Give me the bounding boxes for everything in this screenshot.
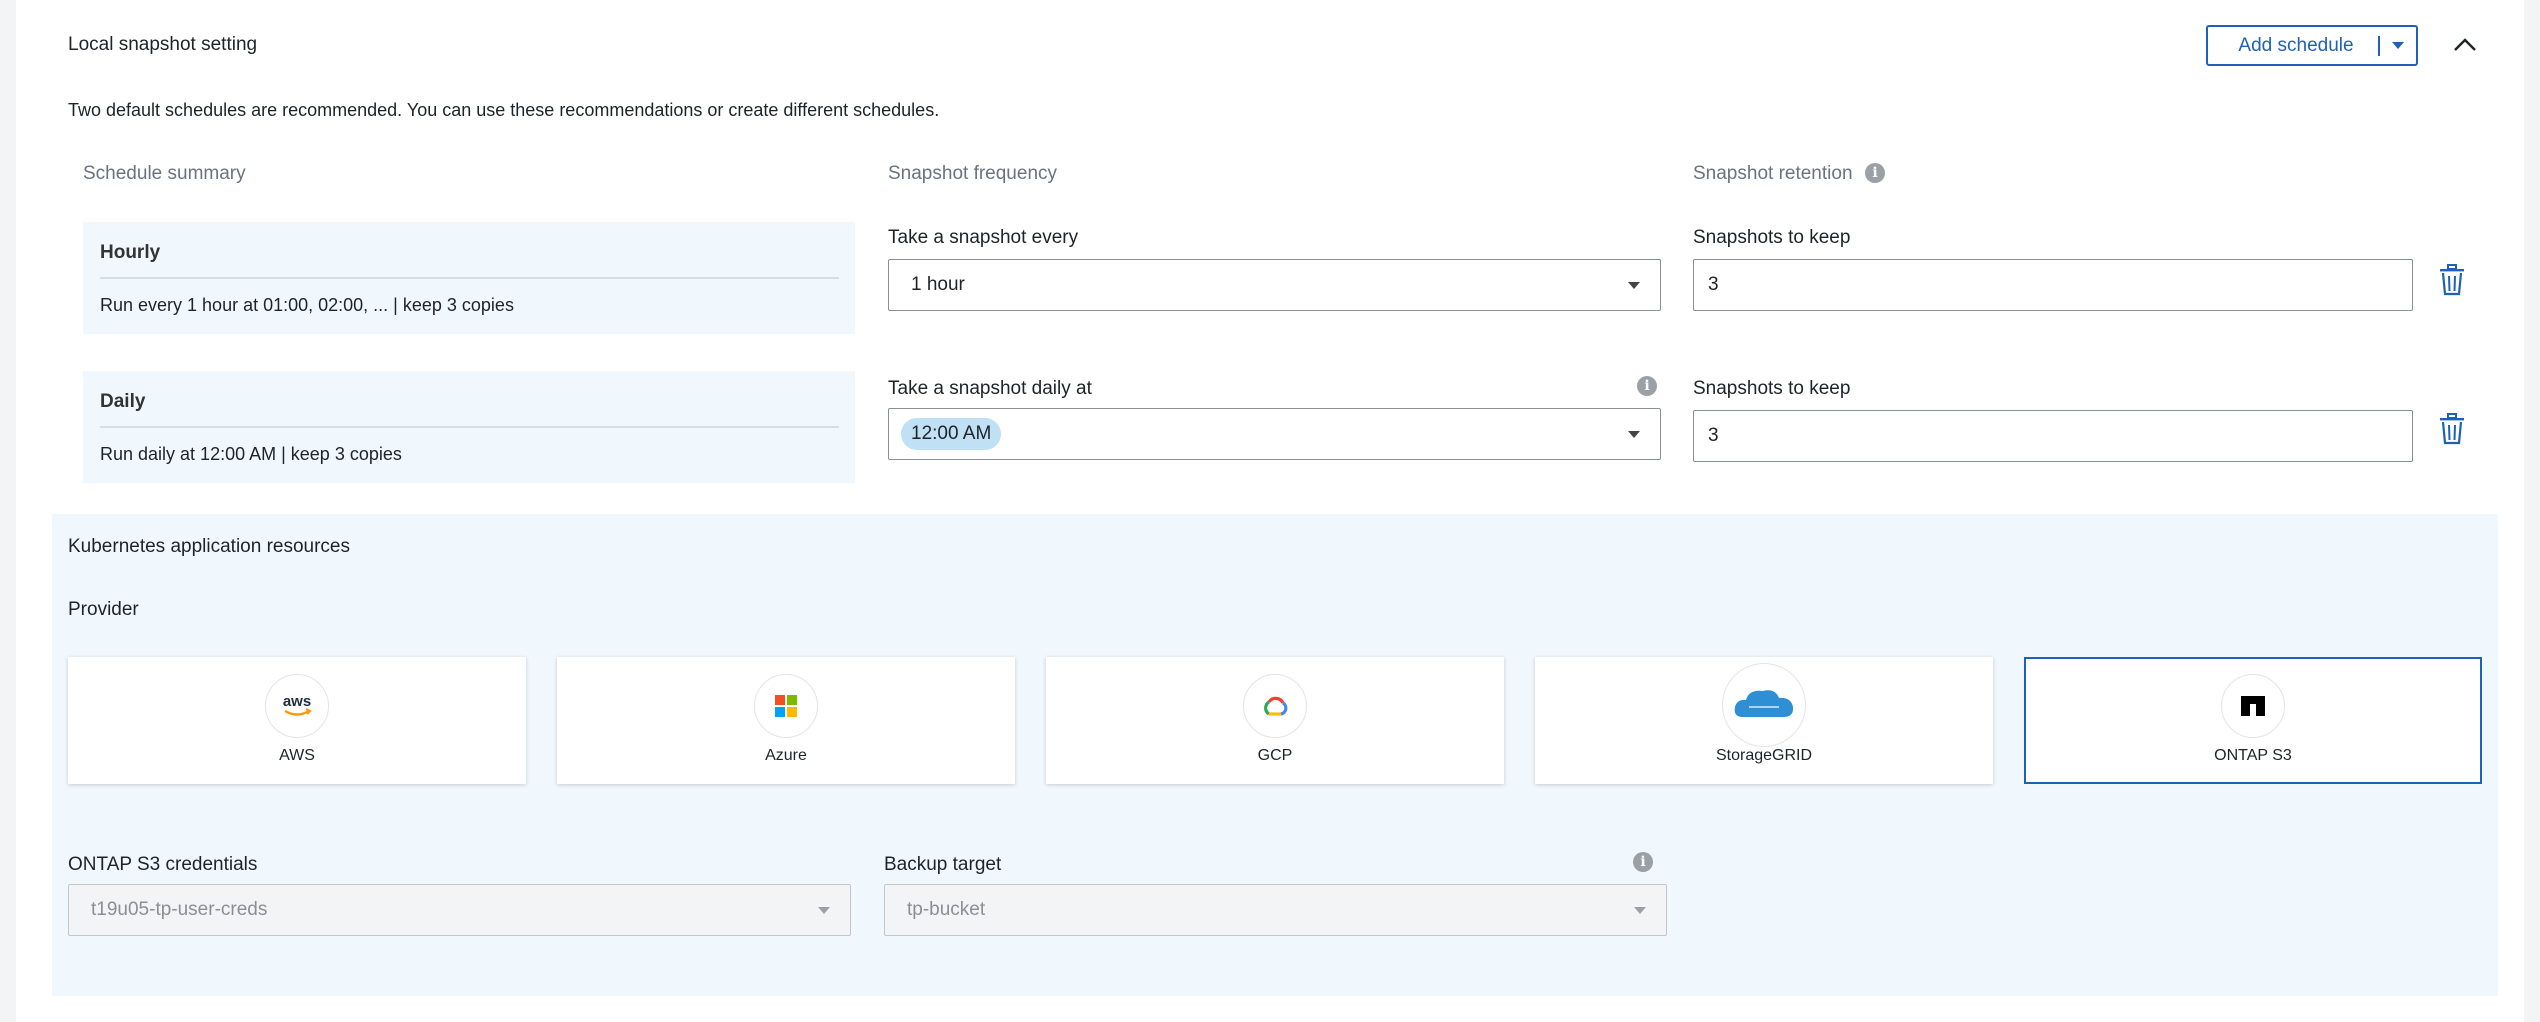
provider-card-azure[interactable]: Azure bbox=[557, 657, 1015, 784]
provider-card-ontap-s3[interactable]: ONTAP S3 bbox=[2024, 657, 2482, 784]
provider-card-storagegrid[interactable]: StorageGRID bbox=[1535, 657, 1993, 784]
provider-name: Azure bbox=[765, 747, 807, 764]
column-header-summary: Schedule summary bbox=[83, 163, 246, 184]
retention-input-hourly[interactable]: 3 bbox=[1693, 259, 2413, 311]
add-schedule-split-button[interactable]: Add schedule bbox=[2206, 25, 2418, 66]
frequency-select-hourly[interactable]: 1 hour bbox=[888, 259, 1661, 311]
schedule-summary-daily: Daily Run daily at 12:00 AM | keep 3 cop… bbox=[83, 371, 855, 483]
retention-value: 3 bbox=[1708, 425, 1719, 446]
schedule-summary-hourly: Hourly Run every 1 hour at 01:00, 02:00,… bbox=[83, 222, 855, 334]
dropdown-arrow-icon bbox=[1634, 907, 1646, 914]
frequency-label: Take a snapshot every bbox=[888, 227, 1079, 248]
schedule-name: Hourly bbox=[100, 242, 161, 263]
ontap-logo-icon bbox=[2221, 674, 2285, 738]
provider-name: AWS bbox=[279, 747, 315, 764]
chevron-up-icon bbox=[2454, 38, 2476, 51]
schedule-name: Daily bbox=[100, 391, 146, 412]
collapse-section-button[interactable] bbox=[2448, 28, 2482, 62]
azure-logo-icon bbox=[754, 674, 818, 738]
provider-name: ONTAP S3 bbox=[2214, 747, 2292, 764]
frequency-value: 1 hour bbox=[911, 274, 965, 295]
delete-schedule-button[interactable] bbox=[2437, 412, 2467, 446]
provider-name: StorageGRID bbox=[1715, 747, 1813, 764]
svg-text:aws: aws bbox=[283, 693, 311, 710]
dropdown-arrow-icon bbox=[818, 907, 830, 914]
provider-card-gcp[interactable]: GCP bbox=[1046, 657, 1504, 784]
column-header-frequency: Snapshot frequency bbox=[888, 163, 1058, 184]
time-chip: 12:00 AM bbox=[901, 418, 1002, 450]
provider-name: GCP bbox=[1257, 747, 1293, 764]
backup-target-value: tp-bucket bbox=[907, 899, 986, 920]
credentials-label: ONTAP S3 credentials bbox=[68, 854, 258, 875]
frequency-select-daily[interactable]: 12:00 AM bbox=[888, 408, 1661, 460]
storagegrid-logo-icon bbox=[1722, 663, 1806, 747]
trash-icon bbox=[2440, 264, 2464, 296]
retention-input-daily[interactable]: 3 bbox=[1693, 410, 2413, 462]
retention-info-icon[interactable]: i bbox=[1865, 163, 1885, 183]
add-schedule-button[interactable]: Add schedule bbox=[2208, 35, 2378, 57]
section-title: Local snapshot setting bbox=[68, 34, 258, 55]
credentials-value: t19u05-tp-user-creds bbox=[91, 899, 268, 920]
column-header-retention: Snapshot retention bbox=[1693, 163, 1853, 184]
provider-card-aws[interactable]: aws AWS bbox=[68, 657, 526, 784]
schedule-summary-text: Run daily at 12:00 AM | keep 3 copies bbox=[100, 444, 402, 464]
divider bbox=[100, 277, 839, 279]
backup-target-info-icon[interactable]: i bbox=[1633, 852, 1653, 872]
dropdown-arrow-icon bbox=[1628, 282, 1640, 289]
credentials-select[interactable]: t19u05-tp-user-creds bbox=[68, 884, 851, 936]
gcp-logo-icon bbox=[1243, 674, 1307, 738]
schedule-summary-text: Run every 1 hour at 01:00, 02:00, ... | … bbox=[100, 295, 514, 315]
frequency-info-icon[interactable]: i bbox=[1637, 376, 1657, 396]
delete-schedule-button[interactable] bbox=[2437, 263, 2467, 297]
retention-value: 3 bbox=[1708, 274, 1719, 295]
kubernetes-section-title: Kubernetes application resources bbox=[68, 536, 351, 557]
backup-target-select[interactable]: tp-bucket bbox=[884, 884, 1667, 936]
backup-target-label: Backup target bbox=[884, 854, 1002, 875]
section-description: Two default schedules are recommended. Y… bbox=[68, 100, 940, 120]
trash-icon bbox=[2440, 413, 2464, 445]
kubernetes-resources-section: Kubernetes application resources Provide… bbox=[52, 514, 2498, 996]
aws-logo-icon: aws bbox=[265, 674, 329, 738]
snapshot-settings-panel: Local snapshot setting Add schedule Two … bbox=[16, 0, 2524, 1022]
frequency-label: Take a snapshot daily at bbox=[888, 378, 1092, 399]
chevron-down-icon[interactable] bbox=[2380, 42, 2416, 49]
divider bbox=[100, 426, 839, 428]
provider-label: Provider bbox=[68, 599, 139, 620]
retention-label: Snapshots to keep bbox=[1693, 227, 1851, 248]
dropdown-arrow-icon bbox=[1628, 431, 1640, 438]
retention-label: Snapshots to keep bbox=[1693, 378, 1851, 399]
